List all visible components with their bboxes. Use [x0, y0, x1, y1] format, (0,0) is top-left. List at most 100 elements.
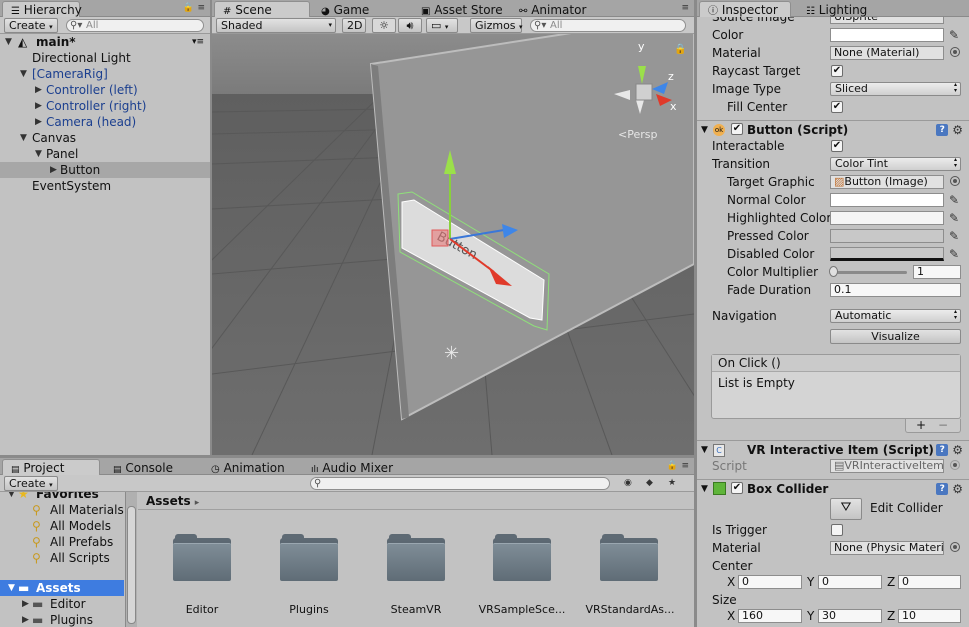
asset-folder-vrsamplescenes-label[interactable]: VRSampleSce...	[476, 603, 568, 616]
eyedropper-icon[interactable]: ✎	[947, 229, 961, 243]
favorites-row[interactable]: ▼ ★ Favorites	[0, 492, 124, 502]
lock-icon[interactable]: 🔒	[674, 43, 686, 55]
tab-hierarchy[interactable]: ☰ Hierarchy	[2, 1, 82, 17]
assets-tree-editor[interactable]: ▶ ▬ Editor	[0, 596, 124, 612]
object-picker-icon[interactable]	[950, 176, 960, 186]
navigation-dropdown[interactable]: Automatic	[830, 309, 961, 323]
hierarchy-item-panel[interactable]: ▼ Panel	[0, 146, 210, 162]
asset-folder-steamvr[interactable]	[387, 534, 445, 582]
hierarchy-item-eventsystem[interactable]: EventSystem	[0, 178, 210, 194]
size-z-input[interactable]: 10	[898, 609, 961, 623]
gear-icon[interactable]: ⚙	[952, 124, 963, 136]
help-book-icon[interactable]: ?	[936, 444, 949, 456]
scene-row[interactable]: ▼ ◭ main* ▾≡	[0, 34, 210, 50]
help-book-icon[interactable]: ?	[936, 483, 949, 495]
add-event-button[interactable]: +	[916, 419, 926, 432]
image-type-dropdown[interactable]: Sliced	[830, 82, 961, 96]
asset-folder-vrstandardassets-label[interactable]: VRStandardAs...	[584, 603, 676, 616]
panel-menu-icon[interactable]: ≡	[681, 3, 691, 13]
hierarchy-item-button[interactable]: ▶ Button	[0, 162, 210, 178]
project-search-input[interactable]: ⚲	[310, 477, 610, 490]
divider-bottom[interactable]	[0, 455, 694, 458]
panel-menu-icon[interactable]: ≡	[681, 461, 691, 471]
collider-material-field[interactable]: None (Physic Material)	[830, 541, 944, 555]
eyedropper-icon[interactable]: ✎	[947, 28, 961, 42]
hierarchy-item-directional-light[interactable]: Directional Light	[0, 50, 210, 66]
hierarchy-item-controller-left[interactable]: ▶ Controller (left)	[0, 82, 210, 98]
color-multiplier-input[interactable]: 1	[913, 265, 961, 279]
panel-menu-icon[interactable]: ≡	[197, 3, 207, 13]
color-swatch[interactable]	[830, 28, 944, 42]
center-z-input[interactable]: 0	[898, 575, 961, 589]
audio-toggle-button[interactable]: 🔊︎	[398, 18, 422, 33]
button-enabled-checkbox[interactable]: ✔	[731, 123, 743, 135]
object-picker-icon[interactable]	[950, 542, 960, 552]
expand-arrow-icon[interactable]: ▼	[8, 492, 15, 502]
color-multiplier-slider-track[interactable]	[833, 271, 907, 274]
gear-icon[interactable]: ⚙	[952, 444, 963, 456]
normal-color-swatch[interactable]	[830, 193, 944, 207]
collapsed-arrow-icon[interactable]: ▶	[22, 596, 29, 612]
size-y-input[interactable]: 30	[818, 609, 882, 623]
asset-folder-editor-label[interactable]: Editor	[172, 603, 232, 616]
is-trigger-checkbox[interactable]	[831, 524, 843, 536]
tab-asset-store[interactable]: ▣ Asset Store	[412, 1, 508, 17]
favorite-all-scripts[interactable]: ⚲ All Scripts	[0, 550, 124, 566]
effects-dropdown[interactable]: ▭ ▾	[426, 18, 458, 33]
asset-folder-vrstandardassets[interactable]	[600, 534, 658, 582]
collapsed-arrow-icon[interactable]: ▶	[22, 612, 29, 627]
hierarchy-search-input[interactable]: ⚲▾ All	[66, 19, 204, 32]
center-y-input[interactable]: 0	[818, 575, 882, 589]
box-collider-enabled-checkbox[interactable]: ✔	[731, 482, 743, 494]
disabled-color-swatch[interactable]	[830, 247, 944, 261]
project-create-button[interactable]: Create ▾	[4, 476, 58, 491]
tab-animator[interactable]: ⚯ Animator	[510, 1, 606, 17]
asset-folder-plugins-label[interactable]: Plugins	[279, 603, 339, 616]
assets-root-row[interactable]: ▼ ▬ Assets	[0, 580, 124, 596]
tab-project[interactable]: ▤ Project	[2, 459, 100, 475]
scene-viewport[interactable]: Button ✳ y z x 🔒 <Persp	[212, 34, 694, 455]
expand-arrow-icon[interactable]: ▼	[5, 34, 12, 50]
persp-label[interactable]: <Persp	[618, 128, 657, 141]
eyedropper-icon[interactable]: ✎	[947, 193, 961, 207]
expand-arrow-icon[interactable]: ▼	[20, 66, 27, 82]
tab-scene[interactable]: # Scene	[214, 1, 310, 17]
highlighted-color-swatch[interactable]	[830, 211, 944, 225]
asset-folder-editor[interactable]	[173, 534, 231, 582]
expand-arrow-icon[interactable]: ▼	[20, 130, 27, 146]
asset-folder-plugins[interactable]	[280, 534, 338, 582]
help-book-icon[interactable]: ?	[936, 124, 949, 136]
hierarchy-item-camera-head[interactable]: ▶ Camera (head)	[0, 114, 210, 130]
edit-collider-button[interactable]: ⛛	[830, 498, 862, 520]
remove-event-button[interactable]: −	[938, 419, 948, 432]
tab-game[interactable]: ◕ Game	[312, 1, 406, 17]
hierarchy-item-camerarig[interactable]: ▼ [CameraRig]	[0, 66, 210, 82]
expand-arrow-icon[interactable]: ▼	[8, 580, 15, 596]
collapsed-arrow-icon[interactable]: ▶	[35, 82, 42, 98]
target-graphic-field[interactable]: ▨Button (Image)	[830, 175, 944, 189]
gizmo-center-handle[interactable]	[431, 229, 449, 247]
scene-menu-icon[interactable]: ▾≡	[192, 34, 204, 50]
visualize-button[interactable]: Visualize	[830, 329, 961, 344]
fade-duration-input[interactable]: 0.1	[830, 283, 961, 297]
favorite-all-materials[interactable]: ⚲ All Materials	[0, 502, 124, 518]
divider-left[interactable]	[210, 0, 212, 455]
tab-lighting[interactable]: ☷ Lighting	[797, 1, 889, 17]
color-multiplier-slider-thumb[interactable]	[829, 266, 838, 277]
favorite-all-prefabs[interactable]: ⚲ All Prefabs	[0, 534, 124, 550]
collapsed-arrow-icon[interactable]: ▶	[50, 162, 57, 178]
scene-search-input[interactable]: ⚲▾ All	[530, 19, 686, 32]
asset-folder-vrsamplescenes[interactable]	[493, 534, 551, 582]
object-picker-icon[interactable]	[950, 47, 960, 57]
pressed-color-swatch[interactable]	[830, 229, 944, 243]
hierarchy-item-canvas[interactable]: ▼ Canvas	[0, 130, 210, 146]
search-by-type-icon[interactable]: ◉	[624, 478, 634, 488]
tab-animation[interactable]: ◷ Animation	[202, 459, 300, 475]
material-field[interactable]: None (Material)	[830, 46, 944, 60]
project-tree-scrollbar[interactable]	[125, 492, 137, 627]
divider-right[interactable]	[694, 0, 697, 627]
transition-dropdown[interactable]: Color Tint	[830, 157, 961, 171]
tab-inspector[interactable]: ⓘ Inspector	[699, 1, 791, 17]
interactable-checkbox[interactable]: ✔	[831, 140, 843, 152]
gizmos-dropdown[interactable]: Gizmos ▾	[470, 18, 523, 33]
